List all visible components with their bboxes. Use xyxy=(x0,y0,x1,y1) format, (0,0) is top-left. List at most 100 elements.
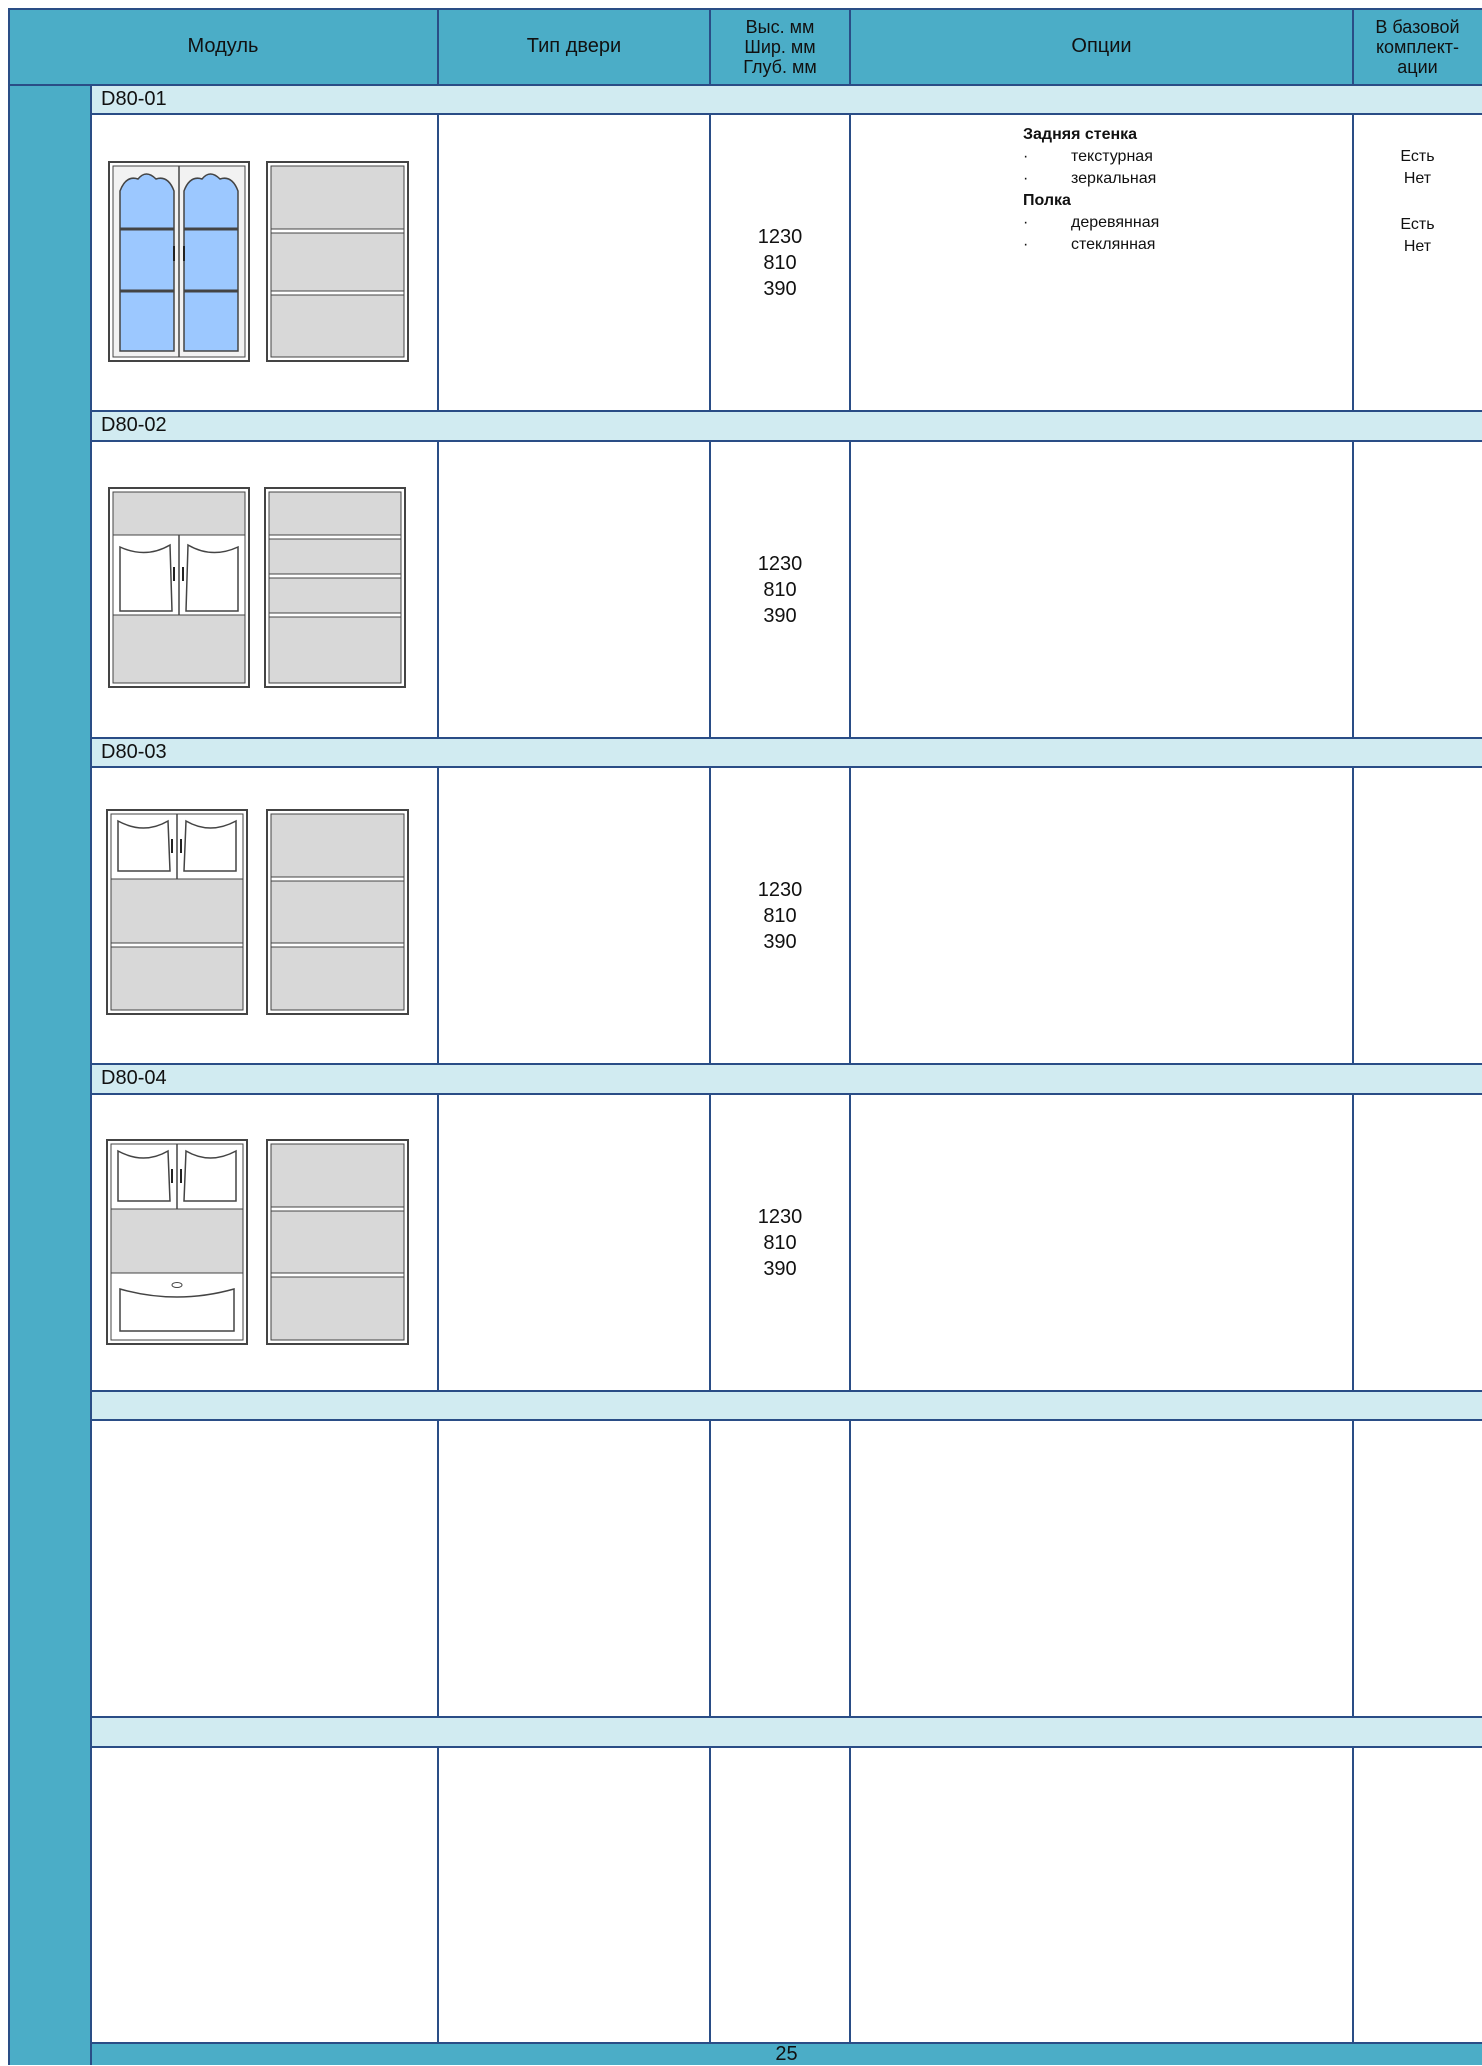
grid-line xyxy=(709,767,711,1064)
grid-line xyxy=(849,767,851,1064)
height-value: 1230 xyxy=(757,225,803,248)
grid-line xyxy=(709,1094,711,1391)
height-value: 1230 xyxy=(757,1205,803,1228)
width-value: 810 xyxy=(763,251,797,274)
header-door-type: Тип двери xyxy=(526,35,622,57)
grid-line xyxy=(91,113,1482,115)
grid-line xyxy=(91,1716,1482,1718)
depth-value: 390 xyxy=(763,1257,797,1280)
base-set-values: Есть Нет Есть Нет xyxy=(1353,146,1482,258)
grid-line xyxy=(437,1420,439,1717)
dimensions-cell: 1230 810 390 xyxy=(710,767,850,1064)
width-value: 810 xyxy=(763,904,797,927)
option-label: зеркальная xyxy=(1071,170,1157,187)
depth-value: 390 xyxy=(763,277,797,300)
header-options: Опции xyxy=(1071,35,1132,57)
header-base-line2: комплект- xyxy=(1375,36,1460,57)
base-value: Есть xyxy=(1400,148,1435,165)
bullet-icon: · xyxy=(1023,236,1029,253)
grid-line xyxy=(91,1419,1482,1421)
page-number: 25 xyxy=(775,2042,798,2065)
grid-line xyxy=(90,85,92,2065)
grid-line xyxy=(1352,1747,1354,2043)
option-label: стеклянная xyxy=(1071,236,1156,253)
base-value: Нет xyxy=(1403,170,1432,187)
header-module: Модуль xyxy=(187,35,259,57)
options-list: Задняя стенка · текстурная · зеркальная … xyxy=(1023,124,1343,256)
dimensions-cell: 1230 810 390 xyxy=(710,441,850,738)
dimensions-cell: 1230 810 390 xyxy=(710,114,850,411)
base-value: Нет xyxy=(1403,238,1432,255)
header-depth: Глуб. мм xyxy=(743,56,817,77)
grid-line xyxy=(709,1747,711,2043)
module-code: D80-03 xyxy=(101,741,167,763)
grid-line xyxy=(1352,441,1354,738)
dimensions-cell: 1230 810 390 xyxy=(710,1094,850,1391)
option-label: текстурная xyxy=(1071,148,1153,165)
grid-line xyxy=(709,8,711,85)
cabinet-front-icon xyxy=(106,1139,248,1345)
grid-line xyxy=(1352,114,1354,411)
section-band xyxy=(91,1064,1482,1094)
grid-line xyxy=(709,441,711,738)
grid-line xyxy=(91,766,1482,768)
grid-line xyxy=(8,84,1482,86)
grid-line xyxy=(437,8,439,85)
grid-line xyxy=(709,1420,711,1717)
grid-line xyxy=(91,1746,1482,1748)
cabinet-interior-icon xyxy=(266,1139,409,1345)
grid-line xyxy=(91,2042,1482,2044)
grid-line xyxy=(849,114,851,411)
cabinet-interior-icon xyxy=(264,487,406,688)
base-value: Есть xyxy=(1400,216,1435,233)
grid-line xyxy=(1352,1094,1354,1391)
grid-line xyxy=(849,441,851,738)
cabinet-front-icon xyxy=(108,161,250,362)
option-label: деревянная xyxy=(1071,214,1160,231)
section-band xyxy=(91,738,1482,767)
grid-line xyxy=(849,1747,851,2043)
bullet-icon: · xyxy=(1023,214,1029,231)
depth-value: 390 xyxy=(763,604,797,627)
option-group-title: Полка xyxy=(1023,192,1071,209)
grid-line xyxy=(709,114,711,411)
depth-value: 390 xyxy=(763,930,797,953)
cabinet-front-icon xyxy=(108,487,250,688)
left-sidebar xyxy=(8,85,91,2065)
grid-line xyxy=(849,1094,851,1391)
option-item: · текстурная xyxy=(1023,146,1343,168)
grid-line xyxy=(1352,8,1354,85)
grid-line xyxy=(91,1063,1482,1065)
bullet-icon: · xyxy=(1023,148,1029,165)
grid-line xyxy=(437,767,439,1064)
cabinet-interior-icon xyxy=(266,161,409,362)
option-item: · деревянная xyxy=(1023,212,1343,234)
grid-line xyxy=(437,114,439,411)
grid-line xyxy=(91,440,1482,442)
grid-line xyxy=(91,410,1482,412)
option-group-title: Задняя стенка xyxy=(1023,126,1138,143)
header-height: Выс. мм xyxy=(745,16,815,37)
grid-line xyxy=(849,8,851,85)
cabinet-interior-icon xyxy=(266,809,409,1015)
section-band xyxy=(91,411,1482,441)
grid-line xyxy=(8,8,10,2065)
cabinet-front-icon xyxy=(106,809,248,1015)
grid-line xyxy=(437,1094,439,1391)
grid-line xyxy=(91,737,1482,739)
grid-line xyxy=(91,1390,1482,1392)
module-code: D80-01 xyxy=(101,88,167,110)
grid-line xyxy=(91,1093,1482,1095)
width-value: 810 xyxy=(763,1231,797,1254)
width-value: 810 xyxy=(763,578,797,601)
grid-line xyxy=(1352,767,1354,1064)
grid-line xyxy=(1352,1420,1354,1717)
grid-line xyxy=(437,1747,439,2043)
option-item: · стеклянная xyxy=(1023,234,1343,256)
bullet-icon: · xyxy=(1023,170,1029,187)
header-base-line1: В базовой xyxy=(1375,16,1460,37)
grid-line xyxy=(437,441,439,738)
module-code: D80-04 xyxy=(101,1067,167,1089)
header-width: Шир. мм xyxy=(744,36,816,57)
module-code: D80-02 xyxy=(101,414,167,436)
